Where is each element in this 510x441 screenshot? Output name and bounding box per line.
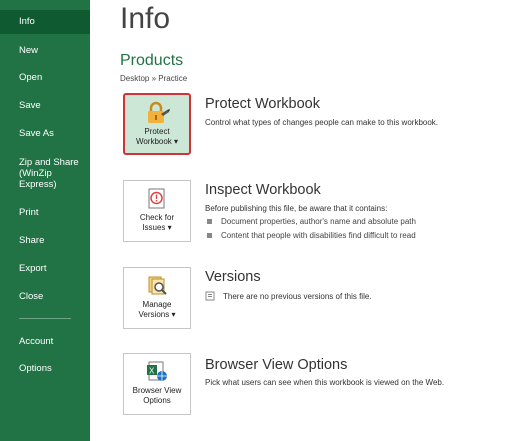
check-for-issues-label-1: Check for	[139, 213, 175, 222]
sidebar-item-export[interactable]: Export	[0, 263, 90, 274]
browser-view-label-2: Options	[143, 396, 171, 405]
lock-icon	[148, 101, 170, 123]
sidebar-item-info[interactable]: Info	[0, 10, 90, 34]
protect-workbook-label-2: Workbook ▾	[135, 137, 179, 146]
sidebar-item-options[interactable]: Options	[0, 363, 90, 374]
svg-text:X: X	[149, 367, 155, 376]
sidebar-item-save-as[interactable]: Save As	[0, 128, 90, 139]
sidebar-item-new[interactable]: New	[0, 45, 90, 56]
versions-desc: There are no previous versions of this f…	[223, 292, 372, 301]
sidebar-item-open[interactable]: Open	[0, 72, 90, 83]
inspect-bullet-item: Document properties, author's name and a…	[207, 217, 416, 226]
bullet-square-icon	[207, 219, 212, 225]
document-icon	[205, 291, 215, 301]
versions-title: Versions	[205, 269, 261, 285]
sidebar-separator	[19, 318, 71, 319]
sidebar-item-close[interactable]: Close	[0, 291, 90, 302]
manage-versions-label-1: Manage	[142, 300, 172, 309]
manage-versions-label-2: Versions ▾	[138, 310, 176, 319]
excel-globe-icon: X	[147, 361, 167, 381]
protect-workbook-desc: Control what types of changes people can…	[205, 118, 439, 127]
sidebar-item-share[interactable]: Share	[0, 235, 90, 246]
browser-view-desc: Pick what users can see when this workbo…	[205, 378, 445, 387]
bullet-square-icon	[207, 233, 212, 239]
backstage-sidebar: Info New Open Save Save As Zip and Share…	[0, 0, 90, 441]
backstage-main: Info Products Desktop » Practice Protect…	[90, 0, 510, 441]
section-heading: Products	[120, 52, 184, 69]
sidebar-item-print[interactable]: Print	[0, 207, 90, 218]
protect-workbook-label-1: Protect	[144, 127, 170, 136]
page-title: Info	[120, 2, 171, 35]
inspect-bullet-item: Content that people with disabilities fi…	[207, 231, 416, 240]
inspect-document-icon	[148, 188, 165, 209]
sidebar-item-save[interactable]: Save	[0, 100, 90, 111]
browser-view-options-button[interactable]: X Browser View Options	[123, 353, 191, 415]
browser-view-title: Browser View Options	[205, 357, 348, 373]
sidebar-item-account[interactable]: Account	[0, 336, 90, 347]
inspect-workbook-title: Inspect Workbook	[205, 182, 321, 198]
check-for-issues-button[interactable]: Check for Issues ▾	[123, 180, 191, 242]
inspect-workbook-desc: Before publishing this file, be aware th…	[205, 204, 388, 213]
inspect-bullet-text: Document properties, author's name and a…	[221, 217, 416, 226]
protect-workbook-button[interactable]: Protect Workbook ▾	[123, 93, 191, 155]
file-location-breadcrumb: Desktop » Practice	[120, 74, 188, 83]
browser-view-label-1: Browser View	[132, 386, 182, 395]
check-for-issues-label-2: Issues ▾	[142, 223, 172, 232]
manage-versions-button[interactable]: Manage Versions ▾	[123, 267, 191, 329]
sidebar-item-zip-share[interactable]: Zip and Share (WinZip Express)	[0, 157, 90, 190]
versions-search-icon	[148, 276, 167, 295]
inspect-bullet-text: Content that people with disabilities fi…	[221, 231, 416, 240]
protect-workbook-title: Protect Workbook	[205, 96, 320, 112]
